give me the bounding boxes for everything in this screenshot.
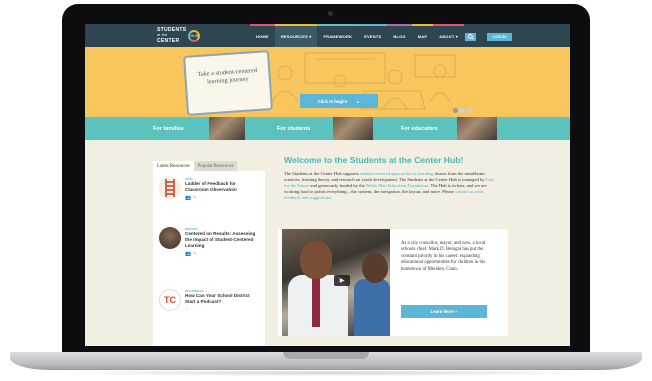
search-button[interactable] (465, 33, 476, 41)
video-child-shirt (354, 279, 390, 336)
logo-badge: HUB (190, 34, 199, 38)
nellie-mae-link[interactable]: Nellie Mae Education Foundation (366, 183, 428, 188)
feature-card: ▶ As a city councilor, mayor, and now, a… (278, 229, 508, 336)
video-person-face (300, 241, 332, 279)
tab-popular-resources[interactable]: Popular Resources (193, 161, 238, 171)
pencil-icon: ✎ (192, 195, 197, 201)
video-child-face (362, 253, 388, 283)
intro-text: The Students at the Center Hub supports (284, 171, 360, 176)
tc-logo-icon: TC (164, 295, 176, 305)
report-thumbnail (159, 227, 181, 249)
menu-blog[interactable]: BLOG (387, 24, 412, 47)
audio-icon: ◔ (185, 307, 189, 313)
laptop-frame: STUDENTS at the CENTER HUB HOME RESOURCE… (0, 0, 652, 381)
families-photo (209, 117, 245, 140)
logo-line-3: CENTER (157, 37, 180, 44)
menu-about[interactable]: ABOUT ▾ (433, 24, 464, 47)
feature-video[interactable]: ▶ (282, 229, 390, 336)
main-menu: HOME RESOURCES ▾ FRAMEWORK EVENTS BLOG M… (250, 24, 464, 47)
camera-icon (328, 11, 333, 16)
slide-dots (453, 108, 472, 113)
resource-title[interactable]: Ladder of Feedback for Classroom Observa… (185, 181, 259, 193)
tablet-text: Take a student-centered learning journey (197, 66, 258, 86)
laptop-notch (283, 352, 369, 359)
podcast-thumbnail: TC (159, 289, 181, 311)
menu-framework[interactable]: FRAMEWORK (317, 24, 359, 47)
resource-title[interactable]: Centered on Results: Assessing the Impac… (185, 231, 259, 249)
begin-button-label: Click to begin! (317, 98, 348, 104)
tab-latest-resources[interactable]: Latest Resources (153, 161, 194, 171)
tablet-illustration: Take a student-centered learning journey (183, 50, 273, 116)
people-icon: 👥 ✎ (185, 251, 197, 257)
list-item[interactable]: TC MULTIMEDIA How Can Your School Distri… (159, 289, 263, 329)
menu-resources[interactable]: RESOURCES ▾ (274, 24, 318, 47)
video-person-tie (312, 277, 320, 327)
pencil-icon: ✎ (192, 251, 197, 257)
laptop-shadow (40, 370, 612, 376)
for-students-link[interactable]: For students (277, 117, 310, 140)
audience-bar: For families For students For educators (85, 117, 570, 140)
top-navigation: STUDENTS at the CENTER HUB HOME RESOURCE… (85, 24, 570, 47)
intro-paragraph: The Students at the Center Hub supports … (284, 171, 498, 201)
intro-text: . (330, 195, 333, 200)
menu-events[interactable]: EVENTS (358, 24, 388, 47)
begin-button[interactable]: Click to begin! ⌄ (300, 94, 378, 108)
slide-dot[interactable] (453, 108, 458, 113)
site-logo[interactable]: STUDENTS at the CENTER HUB (157, 27, 201, 45)
website-screen: STUDENTS at the CENTER HUB HOME RESOURCE… (85, 24, 570, 346)
slide-dot[interactable] (460, 108, 465, 113)
page-title: Welcome to the Students at the Center Hu… (284, 155, 464, 165)
search-icon (467, 34, 474, 40)
educators-photo (457, 117, 497, 140)
for-families-link[interactable]: For families (153, 117, 184, 140)
intro-text: and generously funded by the (309, 183, 366, 188)
list-item[interactable]: REPORT Centered on Results: Assessing th… (159, 227, 263, 283)
play-icon[interactable]: ▶ (334, 275, 350, 286)
feature-text: As a city councilor, mayor, and now, a l… (401, 241, 486, 272)
resource-title[interactable]: How Can Your School District Start a Pod… (185, 293, 259, 305)
slide-dot[interactable] (467, 108, 472, 113)
login-button[interactable]: LOG IN (487, 33, 512, 41)
student-centered-link[interactable]: student-centered approaches to learning (360, 171, 433, 176)
resource-tabs: Latest Resources Popular Resources (153, 161, 265, 171)
students-photo (333, 117, 373, 140)
for-educators-link[interactable]: For educators (401, 117, 438, 140)
resource-list: TOOL Ladder of Feedback for Classroom Ob… (153, 171, 265, 346)
chevron-down-icon: ⌄ (355, 98, 361, 105)
menu-home[interactable]: HOME (250, 24, 275, 47)
learn-more-button[interactable]: Learn More » (401, 305, 487, 318)
people-icon: 👥 ✎ (185, 195, 197, 201)
menu-map[interactable]: MAP (411, 24, 434, 47)
list-item[interactable]: TOOL Ladder of Feedback for Classroom Ob… (159, 177, 263, 221)
ladder-thumbnail (159, 177, 181, 199)
logo-text: STUDENTS at the CENTER (157, 27, 186, 45)
hub-logo-icon: HUB (188, 30, 201, 42)
hero-banner: Take a student-centered learning journey… (85, 47, 570, 117)
